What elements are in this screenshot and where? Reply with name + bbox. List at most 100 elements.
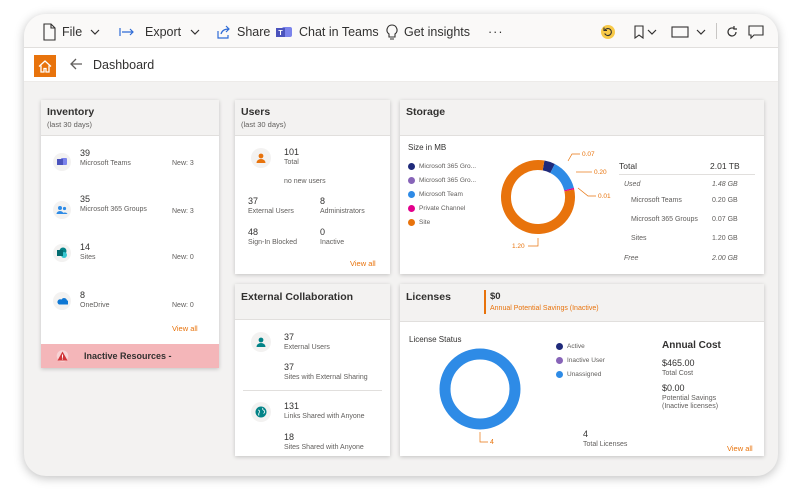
users-total-count: 101	[284, 147, 300, 157]
reset-icon	[601, 25, 615, 39]
file-menu[interactable]: File	[42, 23, 100, 41]
storage-free-label: Free	[624, 255, 639, 262]
inventory-item-teams[interactable]: 39 Microsoft Teams New: 3	[41, 144, 219, 184]
back-arrow-icon[interactable]	[68, 56, 84, 72]
window-icon	[671, 26, 689, 38]
license-donut-slices	[439, 348, 521, 430]
get-insights-label: Get insights	[404, 25, 471, 39]
inventory-subtitle: (last 30 days)	[47, 120, 93, 129]
legend-label: Inactive User	[567, 357, 605, 364]
view-menu[interactable]	[671, 23, 706, 41]
savings-accent-bar	[484, 290, 486, 314]
inactive-resources-banner[interactable]: Inactive Resources -	[41, 344, 219, 368]
toolbar-divider	[716, 23, 717, 39]
home-icon	[38, 59, 52, 73]
refresh-icon	[727, 26, 737, 37]
chevron-down-icon	[90, 29, 100, 35]
donut-slice[interactable]	[542, 160, 555, 174]
callout-line-d	[528, 238, 539, 247]
chat-in-teams-label: Chat in Teams	[299, 25, 379, 39]
inventory-name: Microsoft Teams	[80, 160, 131, 167]
nav-bar: Dashboard	[24, 48, 778, 82]
bookmark-menu[interactable]	[634, 23, 657, 41]
licenses-view-all-link[interactable]: View all	[727, 444, 753, 453]
legend-label: Site	[419, 219, 431, 226]
storage-donut-slices	[501, 160, 575, 234]
potential-savings-label: Potential Savings	[662, 395, 717, 402]
get-insights-button[interactable]: Get insights	[386, 23, 470, 41]
toolbar: File Export Share T Chat in Teams Get in…	[24, 14, 778, 48]
legend-label: Active	[567, 343, 585, 350]
legend-label: Microsoft 365 Gro...	[419, 177, 477, 184]
inventory-count: 39	[80, 148, 91, 158]
export-icon	[119, 28, 134, 36]
svg-text:T: T	[278, 30, 283, 37]
export-menu[interactable]: Export	[119, 23, 200, 41]
total-cost-value: $465.00	[662, 358, 695, 368]
comment-button[interactable]	[748, 23, 764, 41]
storage-total-label: Total	[619, 161, 637, 171]
inventory-view-all-link[interactable]: View all	[172, 324, 198, 333]
users-title: Users	[241, 106, 271, 118]
reset-button[interactable]	[600, 23, 616, 41]
bookmark-icon	[634, 25, 644, 39]
inventory-card: Inventory (last 30 days) 39 Microsoft Te…	[41, 100, 219, 368]
lightbulb-icon	[386, 24, 398, 40]
users-card: Users (last 30 days) 101 Total no new us…	[235, 100, 390, 274]
external-divider	[243, 390, 382, 391]
more-options-button[interactable]: ···	[488, 23, 504, 41]
users-view-all-link[interactable]: View all	[350, 259, 376, 268]
legend-swatch-unassigned	[556, 371, 563, 378]
page-title: Dashboard	[93, 58, 155, 72]
inventory-new-count: New: 0	[172, 254, 194, 261]
storage-free-value: 2.00 GB	[712, 255, 738, 262]
inventory-new-count: New: 3	[172, 160, 194, 167]
chat-in-teams-button[interactable]: T Chat in Teams	[275, 23, 379, 41]
teams-icon	[53, 153, 71, 171]
share-button[interactable]: Share	[216, 23, 270, 41]
external-users-label: External Users	[284, 344, 330, 351]
external-card-header: External Collaboration	[235, 284, 390, 320]
inventory-item-groups[interactable]: 35 Microsoft 365 Groups New: 3	[41, 190, 219, 230]
inactive-users-label: Inactive	[320, 239, 345, 246]
chevron-down-icon	[190, 29, 200, 35]
share-label: Share	[237, 25, 271, 39]
donut-slice[interactable]	[549, 164, 574, 191]
legend-swatch-team	[408, 191, 415, 198]
callout-label-d: 1.20	[512, 243, 525, 250]
file-icon	[43, 23, 56, 41]
external-users-count: 37	[284, 332, 295, 342]
licenses-title: Licenses	[406, 291, 451, 303]
inventory-item-sites[interactable]: 14 Sites New: 0	[41, 238, 219, 278]
links-shared-label: Links Shared with Anyone	[284, 413, 365, 420]
inventory-item-onedrive[interactable]: 8 OneDrive New: 0	[41, 286, 219, 326]
sites-shared-anyone-count: 18	[284, 432, 295, 442]
storage-donut-chart: 0.07 0.20 0.01 1.20	[501, 151, 611, 250]
storage-card: Storage Size in MB Microsoft 365 Gro... …	[400, 100, 764, 274]
licenses-card-header: Licenses	[400, 284, 764, 322]
storage-row-value: 1.20 GB	[712, 235, 738, 242]
external-title: External Collaboration	[241, 291, 354, 303]
home-button[interactable]	[34, 55, 56, 77]
sign-in-blocked-count: 48	[248, 227, 259, 237]
refresh-button[interactable]	[725, 23, 739, 41]
legend-label: Private Channel	[419, 205, 466, 212]
storage-card-header: Storage	[400, 100, 764, 136]
callout-line-c	[577, 187, 596, 197]
inventory-name: OneDrive	[80, 302, 110, 309]
inventory-new-count: New: 0	[172, 302, 194, 309]
legend-swatch-groups-a	[408, 163, 415, 170]
donut-slice[interactable]	[439, 348, 521, 430]
savings-label: Annual Potential Savings (Inactive)	[490, 305, 599, 312]
external-users-count: 37	[248, 196, 259, 206]
sign-in-blocked-label: Sign-In Blocked	[248, 239, 298, 246]
callout-label-b: 0.20	[594, 169, 607, 176]
links-shared-count: 131	[284, 401, 300, 411]
storage-row-label: Microsoft Teams	[631, 197, 682, 204]
inventory-title: Inventory	[47, 106, 95, 118]
license-callout-line	[479, 432, 488, 443]
administrators-count: 8	[320, 196, 326, 206]
license-status-label: License Status	[409, 335, 462, 344]
users-no-new-label: no new users	[284, 178, 326, 185]
share-icon	[217, 25, 230, 39]
